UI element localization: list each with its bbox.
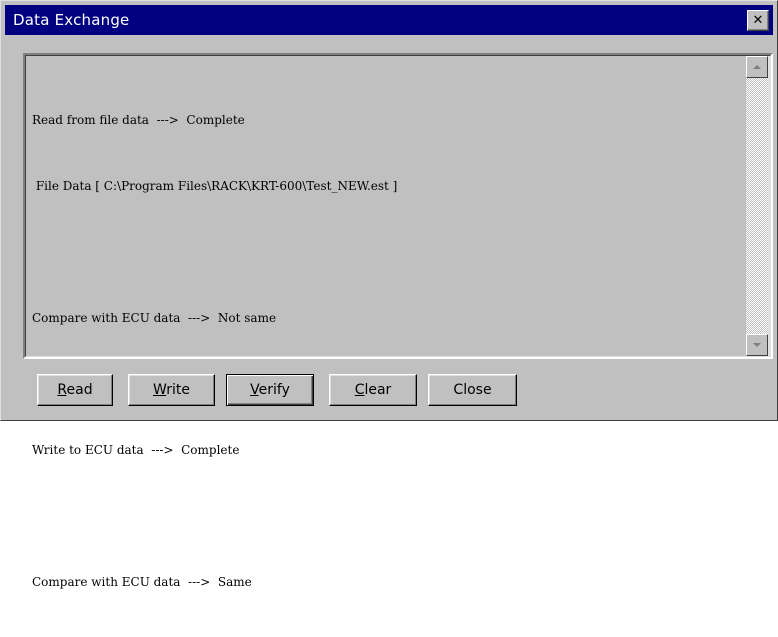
- verify-button-label: Verify: [250, 382, 290, 398]
- title-bar[interactable]: Data Exchange ✕: [5, 5, 773, 35]
- close-icon: ✕: [752, 13, 764, 28]
- verify-mnemonic: V: [250, 382, 259, 398]
- clear-button[interactable]: Clear: [329, 374, 417, 406]
- write-label-rest: rite: [166, 382, 190, 398]
- verify-button[interactable]: Verify: [226, 374, 314, 406]
- log-text-area-inner: Read from file data ---> Complete File D…: [25, 55, 771, 589]
- vertical-scrollbar[interactable]: [746, 56, 770, 356]
- log-line: Read from file data ---> Complete: [32, 113, 245, 127]
- read-button[interactable]: Read: [37, 374, 113, 406]
- window-title: Data Exchange: [13, 11, 130, 29]
- clear-button-label: Clear: [355, 382, 392, 398]
- log-text-area[interactable]: Read from file data ---> Complete File D…: [23, 53, 773, 589]
- log-line: File Data [ C:\Program Files\RACK\KRT-60…: [32, 179, 398, 193]
- log-line: Compare with ECU data ---> Not same: [32, 311, 277, 325]
- write-button[interactable]: Write: [128, 374, 215, 406]
- log-line: Compare with ECU data ---> Same: [32, 575, 252, 589]
- arrow-up-icon: [753, 65, 761, 69]
- write-mnemonic: W: [153, 382, 167, 398]
- arrow-down-icon: [753, 343, 761, 347]
- close-button[interactable]: Close: [428, 374, 517, 406]
- verify-label-rest: erify: [258, 382, 290, 398]
- read-button-label: Read: [57, 382, 92, 398]
- clear-mnemonic: C: [354, 382, 365, 398]
- write-button-label: Write: [153, 382, 190, 398]
- data-exchange-window: Data Exchange ✕ Read from file data --->…: [0, 0, 778, 589]
- scroll-down-button[interactable]: [746, 334, 768, 356]
- log-line: Write to ECU data ---> Complete: [32, 443, 240, 457]
- scroll-track[interactable]: [746, 78, 768, 334]
- log-content: Read from file data ---> Complete File D…: [32, 65, 738, 637]
- scroll-up-button[interactable]: [746, 56, 768, 78]
- close-button-label: Close: [453, 382, 492, 398]
- close-window-button[interactable]: ✕: [747, 10, 769, 31]
- read-mnemonic: R: [57, 382, 67, 398]
- clear-label-rest: lear: [364, 382, 392, 398]
- read-label-rest: ead: [66, 382, 93, 398]
